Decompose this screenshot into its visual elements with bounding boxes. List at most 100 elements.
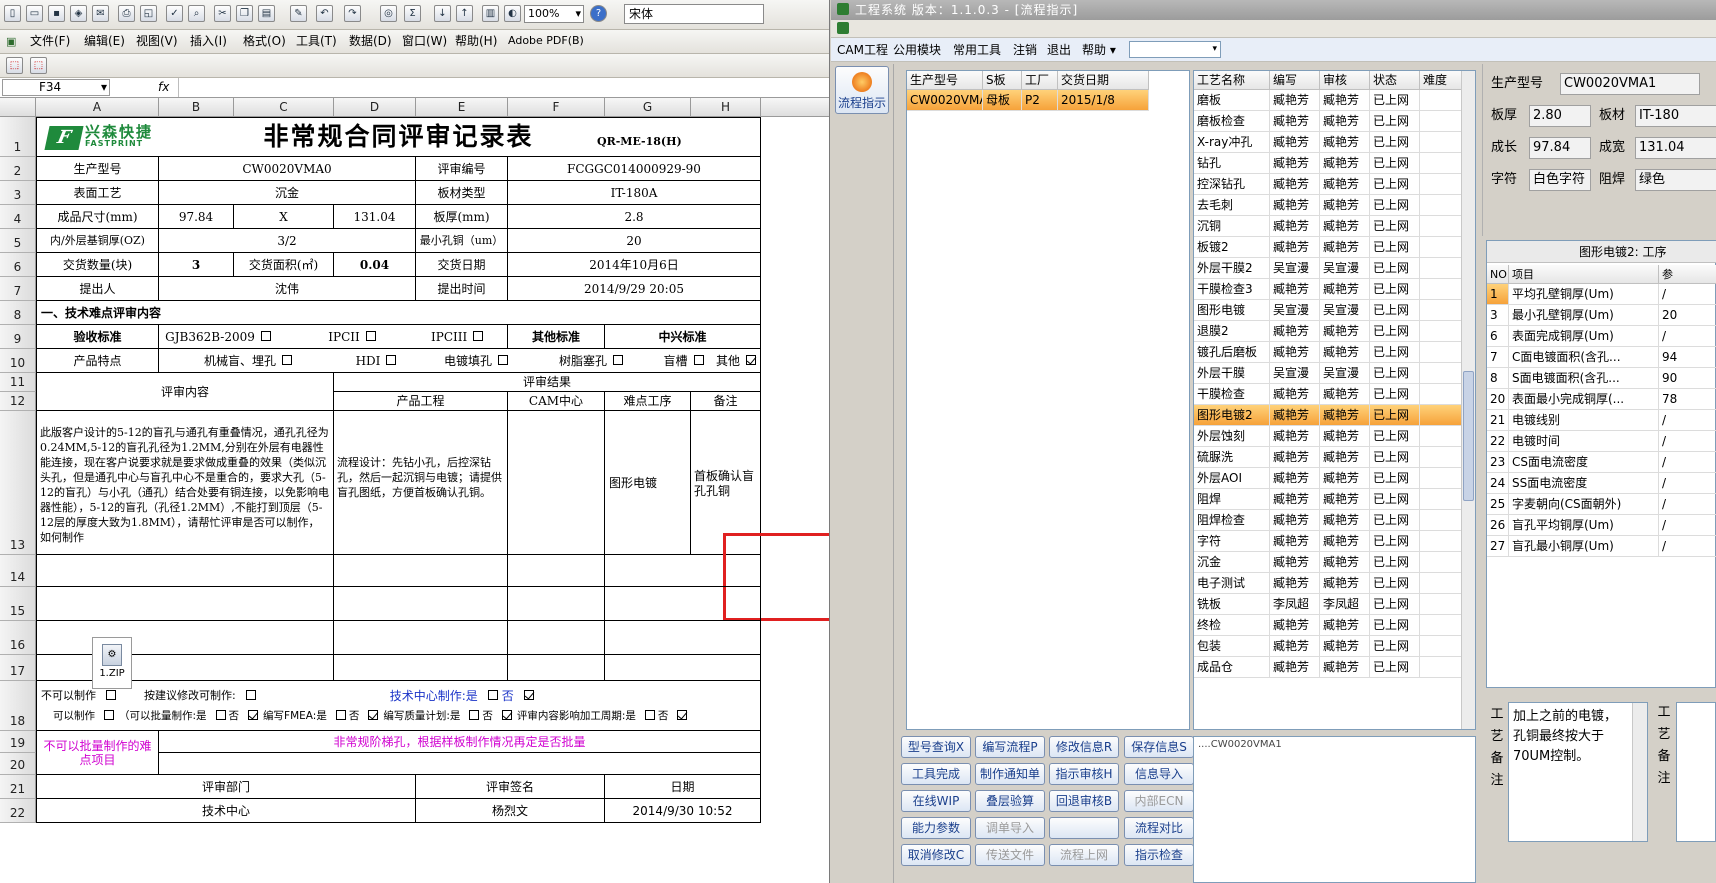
spreadsheet-grid[interactable]: A B C D E F G H 1 2 3 4 5 6 7 8 9 10 11 … bbox=[0, 98, 829, 883]
menu-view[interactable]: 视图(V) bbox=[136, 30, 178, 52]
process-row-cell[interactable]: 外层AOI bbox=[1194, 468, 1270, 489]
process-row-cell[interactable]: 已上网 bbox=[1370, 426, 1420, 447]
checkbox-icon[interactable] bbox=[104, 709, 114, 720]
sort-asc-icon[interactable]: ↓ bbox=[434, 5, 451, 22]
menu-tools[interactable]: 工具(T) bbox=[296, 30, 337, 52]
copy-icon[interactable]: ❐ bbox=[236, 5, 253, 22]
params-row-cell[interactable]: SS面电流密度 bbox=[1509, 473, 1659, 494]
row-header[interactable]: 7 bbox=[0, 277, 36, 301]
save-icon[interactable]: ▪ bbox=[48, 5, 65, 22]
process-row-cell[interactable] bbox=[1420, 363, 1462, 384]
checkbox-icon[interactable] bbox=[644, 709, 655, 720]
process-row-cell[interactable]: 已上网 bbox=[1370, 153, 1420, 174]
value-material[interactable]: IT-180A bbox=[508, 181, 761, 205]
row-header[interactable]: 9 bbox=[0, 325, 36, 349]
col-header-f[interactable]: F bbox=[508, 98, 605, 117]
params-row-cell[interactable]: 27 bbox=[1487, 536, 1509, 557]
process-row-cell[interactable]: 已上网 bbox=[1370, 90, 1420, 111]
process-row-cell[interactable]: 臧艳芳 bbox=[1270, 111, 1320, 132]
action-button[interactable]: 回退审核B bbox=[1049, 790, 1119, 812]
format-painter-icon[interactable]: ✎ bbox=[290, 5, 307, 22]
row-header[interactable]: 14 bbox=[0, 555, 36, 587]
row-header[interactable]: 2 bbox=[0, 157, 36, 181]
process-row-cell[interactable]: 臧艳芳 bbox=[1270, 321, 1320, 342]
checkbox-icon[interactable] bbox=[335, 709, 346, 720]
process-row-cell[interactable] bbox=[1420, 468, 1462, 489]
process-row-cell[interactable]: 已上网 bbox=[1370, 405, 1420, 426]
process-row-cell[interactable]: 臧艳芳 bbox=[1270, 174, 1320, 195]
col-header-e[interactable]: E bbox=[416, 98, 508, 117]
row-header[interactable]: 16 bbox=[0, 621, 36, 655]
difficult-process-value[interactable]: 图形电镀 bbox=[605, 411, 691, 555]
zoom-select[interactable]: 100% ▾ bbox=[524, 5, 584, 23]
process-row-cell[interactable]: 臧艳芳 bbox=[1320, 405, 1370, 426]
value-copper[interactable]: 3/2 bbox=[159, 229, 416, 253]
process-row-cell[interactable]: 臧艳芳 bbox=[1320, 531, 1370, 552]
value-area[interactable]: 0.04 bbox=[334, 253, 416, 277]
process-row-cell[interactable]: 臧艳芳 bbox=[1270, 132, 1320, 153]
row-header[interactable]: 12 bbox=[0, 392, 36, 411]
params-row-cell[interactable]: / bbox=[1659, 536, 1716, 557]
process-row-cell[interactable]: 已上网 bbox=[1370, 132, 1420, 153]
process-row-cell[interactable]: 臧艳芳 bbox=[1270, 153, 1320, 174]
menu-window[interactable]: 窗口(W) bbox=[402, 30, 447, 52]
process-scrollbar[interactable] bbox=[1461, 71, 1475, 729]
process-row-cell[interactable] bbox=[1420, 531, 1462, 552]
menu-edit[interactable]: 编辑(E) bbox=[84, 30, 125, 52]
params-row-cell[interactable]: 25 bbox=[1487, 494, 1509, 515]
process-row-cell[interactable]: 电子测试 bbox=[1194, 573, 1270, 594]
process-row-cell[interactable]: 臧艳芳 bbox=[1320, 510, 1370, 531]
name-box[interactable]: F34 ▾ bbox=[2, 79, 110, 96]
process-row-cell[interactable]: 吴宣漫 bbox=[1320, 300, 1370, 321]
process-row-cell[interactable]: 沉铜 bbox=[1194, 216, 1270, 237]
checkbox-checked-icon[interactable] bbox=[677, 709, 688, 720]
params-row-cell[interactable]: / bbox=[1659, 326, 1716, 347]
process-row-cell[interactable] bbox=[1420, 405, 1462, 426]
action-button[interactable] bbox=[1049, 817, 1119, 839]
row-header[interactable]: 18 bbox=[0, 681, 36, 731]
orders-row[interactable]: CW0020VMA1 bbox=[907, 90, 983, 111]
menu-combo[interactable]: ▾ bbox=[1129, 41, 1221, 58]
action-button[interactable]: 能力参数 bbox=[901, 817, 971, 839]
process-row-cell[interactable]: 臧艳芳 bbox=[1270, 510, 1320, 531]
params-row-cell[interactable]: 20 bbox=[1487, 389, 1509, 410]
value-surface[interactable]: 沉金 bbox=[159, 181, 416, 205]
fx-icon[interactable]: fx bbox=[158, 80, 169, 94]
action-button[interactable]: 制作通知单 bbox=[975, 763, 1045, 785]
process-row-cell[interactable]: 板镀2 bbox=[1194, 237, 1270, 258]
process-row-cell[interactable]: 臧艳芳 bbox=[1270, 342, 1320, 363]
process-row-cell[interactable]: 臧艳芳 bbox=[1320, 447, 1370, 468]
col-header-c[interactable]: C bbox=[234, 98, 334, 117]
menu-adobe-pdf[interactable]: Adobe PDF(B) bbox=[508, 30, 584, 52]
process-row-cell[interactable]: 已上网 bbox=[1370, 279, 1420, 300]
process-row-cell[interactable]: 吴宣漫 bbox=[1320, 258, 1370, 279]
menu-tools[interactable]: 常用工具 bbox=[953, 40, 1001, 60]
menu-cam[interactable]: CAM工程 bbox=[837, 40, 888, 60]
process-row-cell[interactable] bbox=[1420, 636, 1462, 657]
process-row-cell[interactable]: 包装 bbox=[1194, 636, 1270, 657]
process-row-cell[interactable]: 已上网 bbox=[1370, 216, 1420, 237]
flow-guide-button[interactable]: 流程指示 bbox=[835, 66, 889, 114]
process-row-cell[interactable]: 臧艳芳 bbox=[1320, 237, 1370, 258]
drawing-icon[interactable]: ◐ bbox=[504, 5, 521, 22]
checkbox-checked-icon[interactable] bbox=[368, 709, 379, 720]
value-review-dept[interactable]: 技术中心 bbox=[36, 799, 416, 823]
params-row-cell[interactable]: 字麦朝向(CS面朝外) bbox=[1509, 494, 1659, 515]
params-row-cell[interactable]: / bbox=[1659, 452, 1716, 473]
option-hdi[interactable]: HDI bbox=[331, 354, 421, 368]
params-row-cell[interactable]: 94 bbox=[1659, 347, 1716, 368]
action-button[interactable]: 内部ECN bbox=[1124, 790, 1194, 812]
process-row-cell[interactable] bbox=[1420, 90, 1462, 111]
orders-row[interactable]: P2 bbox=[1022, 90, 1058, 111]
process-row-cell[interactable]: 干膜检查 bbox=[1194, 384, 1270, 405]
process-row-cell[interactable]: 臧艳芳 bbox=[1270, 636, 1320, 657]
process-row-cell[interactable]: 已上网 bbox=[1370, 489, 1420, 510]
process-row-cell[interactable]: 李凤超 bbox=[1270, 594, 1320, 615]
orders-col-model[interactable]: 生产型号 bbox=[907, 71, 983, 90]
checkbox-icon[interactable] bbox=[106, 689, 116, 700]
tree-item[interactable]: ....CW0020VMA1 bbox=[1198, 739, 1282, 750]
process-row-cell[interactable] bbox=[1420, 111, 1462, 132]
value-size-length[interactable]: 97.84 bbox=[159, 205, 234, 229]
process-row-cell[interactable]: 臧艳芳 bbox=[1320, 279, 1370, 300]
checkbox-icon[interactable] bbox=[282, 355, 292, 365]
